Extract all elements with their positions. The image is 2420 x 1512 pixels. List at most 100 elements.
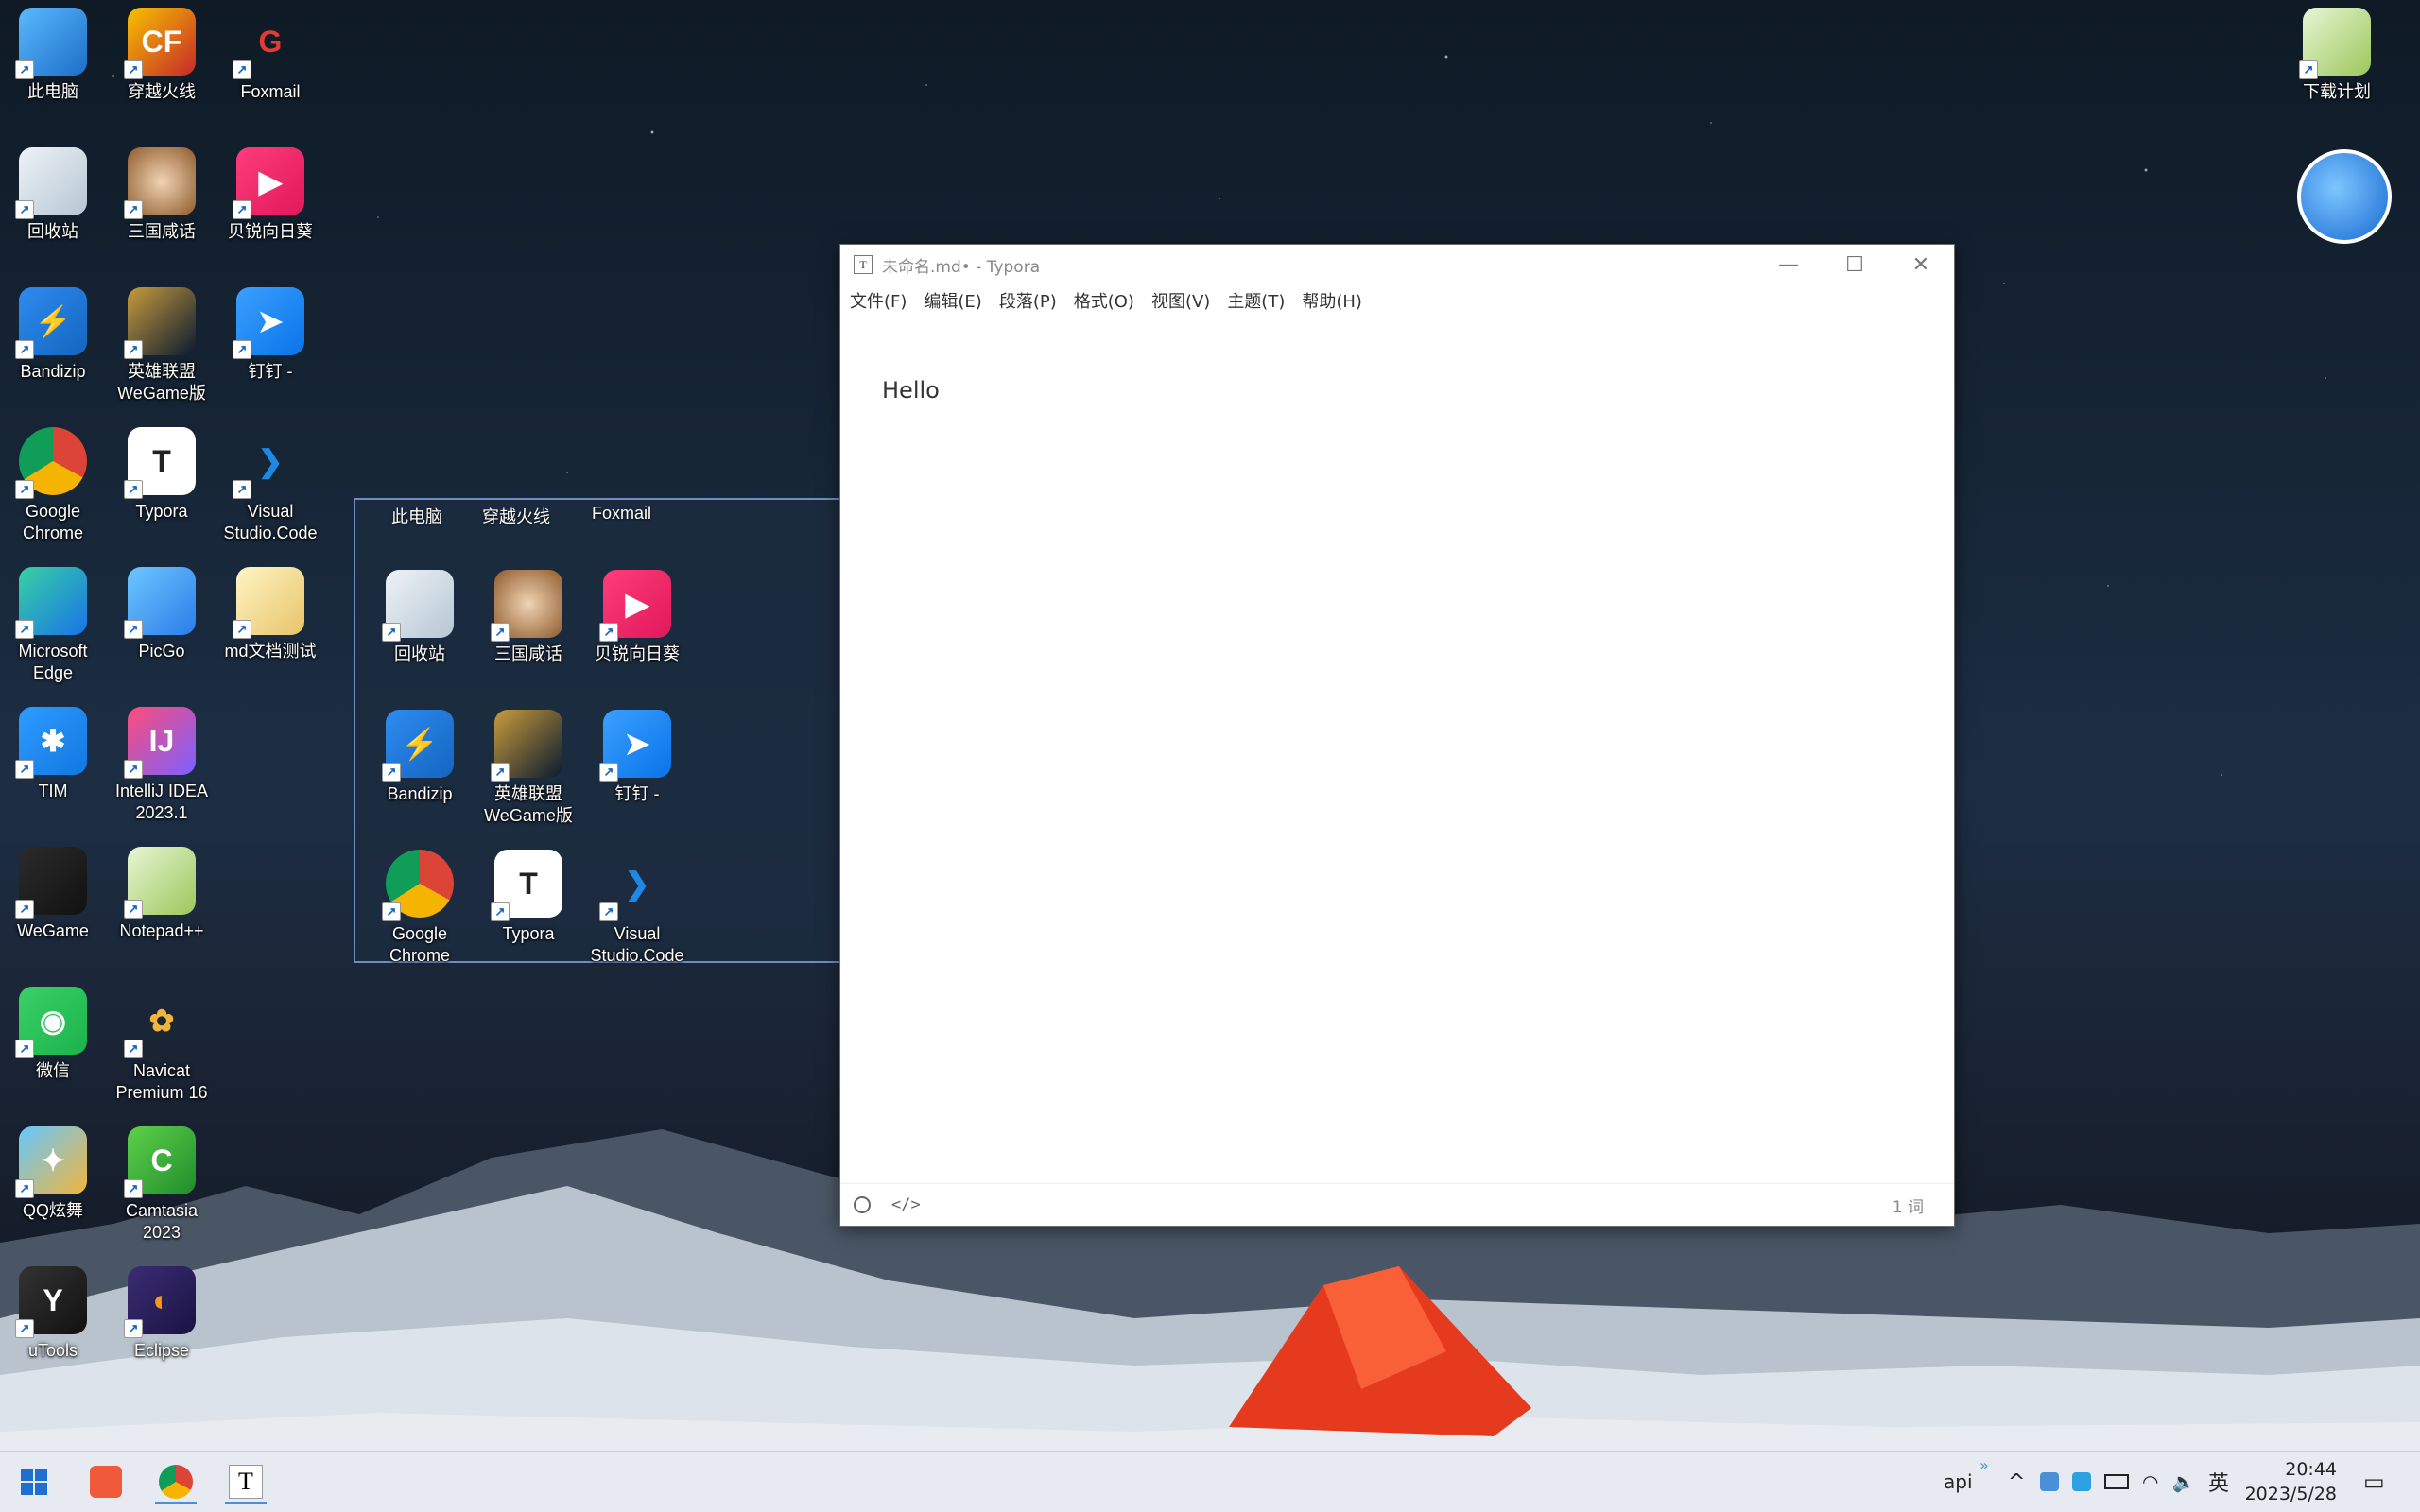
eclipse-icon: ◐ ↗ [124,1266,196,1338]
desktop-icon[interactable]: ❯ ↗ Visual Studio.Code [584,850,690,967]
window-title: 未命名.md• - Typora [882,257,1041,277]
shortcut-arrow-icon: ↗ [15,760,34,779]
desktop-icon[interactable]: ✱ ↗ TIM [0,707,106,802]
desktop-icon[interactable]: CF ↗ 穿越火线 [109,8,215,103]
taskbar-app-1[interactable] [81,1459,130,1504]
desktop-icon[interactable]: C ↗ Camtasia 2023 [109,1126,215,1244]
outline-toggle-icon[interactable] [854,1196,871,1213]
desktop-icon-label: 英雄联盟 WeGame版 [117,362,206,403]
word-count[interactable]: 1 词 [1893,1194,1924,1217]
desktop-icon[interactable]: Y ↗ uTools [0,1266,106,1362]
desktop-icon-label: Typora [502,924,555,943]
desktop-icon[interactable]: ↗ WeGame [0,847,106,942]
desktop-icon[interactable]: ↗ Google Chrome [367,850,473,967]
desktop-icon[interactable]: ◐ ↗ Eclipse [109,1266,215,1362]
chrome-icon [159,1465,193,1499]
desktop-icon[interactable]: ↗ 三国咸话 [109,147,215,243]
window-controls: — ☐ ✕ [1755,245,1954,284]
desktop-icon[interactable]: ⚡ ↗ Bandizip [367,710,473,805]
tray-api[interactable]: api [1944,1452,1973,1512]
desktop-icon[interactable]: ↗ 回收站 [367,570,473,665]
desktop-icon[interactable]: ↗ 三国咸话 [475,570,581,665]
tray-app-icon[interactable] [2040,1472,2059,1491]
foxmail-icon: G ↗ [233,8,304,79]
typora-window[interactable]: T 未命名.md• - Typora — ☐ ✕ 文件(F) 编辑(E) 段落(… [839,244,1955,1227]
desktop-icon-label: md文档测试 [224,642,317,661]
desktop-icon[interactable]: T ↗ Typora [109,427,215,523]
taskbar-typora[interactable]: T [221,1459,270,1504]
menu-help[interactable]: 帮助(H) [1302,288,1362,313]
desktop-icon[interactable]: ▶ ↗ 贝锐向日葵 [217,147,323,243]
notification-icon[interactable]: ▭ [2363,1452,2385,1512]
desktop-icon[interactable]: ↗ Notepad++ [109,847,215,942]
desktop-icon-label: 微信 [36,1061,70,1080]
editor-content[interactable]: Hello [882,377,940,404]
desktop-icon[interactable]: ✦ ↗ QQ炫舞 [0,1126,106,1222]
clock[interactable]: 20:44 2023/5/28 [2245,1457,2337,1506]
desktop-icon[interactable]: ✿ ↗ Navicat Premium 16 [109,987,215,1104]
shortcut-arrow-icon: ↗ [15,340,34,359]
menu-paragraph[interactable]: 段落(P) [999,288,1057,313]
sanguo-icon: ↗ [124,147,196,219]
shortcut-arrow-icon: ↗ [2299,60,2318,79]
menu-edit[interactable]: 编辑(E) [924,288,981,313]
maximize-button[interactable]: ☐ [1822,245,1888,284]
desktop-icon[interactable]: G ↗ Foxmail [217,8,323,103]
menu-format[interactable]: 格式(O) [1074,288,1134,313]
desktop-icon[interactable]: ↗ 下载计划 [2284,8,2390,103]
browser-floating-icon[interactable] [2291,149,2397,244]
desktop-icon[interactable]: ↗ Microsoft Edge [0,567,106,684]
shortcut-arrow-icon: ↗ [15,900,34,919]
shortcut-arrow-icon: ↗ [491,623,510,642]
shortcut-arrow-icon: ↗ [15,60,34,79]
show-hidden-icons[interactable]: ^ [2008,1452,2025,1512]
ime-indicator[interactable]: 英 [2208,1452,2229,1512]
shortcut-arrow-icon: ↗ [124,1179,143,1198]
menu-view[interactable]: 视图(V) [1151,288,1210,313]
desktop-icon-label: TIM [38,782,68,800]
vscode-icon: ❯ ↗ [233,427,304,499]
desktop-icon[interactable]: ◉ ↗ 微信 [0,987,106,1082]
desktop-icon[interactable]: ↗ 此电脑 [0,8,106,103]
desktop-icon[interactable]: ➤ ↗ 钉钉 - [217,287,323,383]
status-bar: </> 1 词 [840,1183,1954,1226]
desktop-icon[interactable]: ▶ ↗ 贝锐向日葵 [584,570,690,665]
desktop-icon[interactable]: ⚡ ↗ Bandizip [0,287,106,383]
shortcut-arrow-icon: ↗ [491,763,510,782]
desktop-icon[interactable]: IJ ↗ IntelliJ IDEA 2023.1 [109,707,215,824]
menu-file[interactable]: 文件(F) [850,288,907,313]
desktop-icon[interactable]: ↗ md文档测试 [217,567,323,662]
shortcut-arrow-icon: ↗ [124,200,143,219]
taskbar-chrome[interactable] [151,1459,200,1504]
wifi-icon[interactable]: ◠ [2142,1470,2158,1493]
desktop-icon-label: 此电脑 [27,82,78,101]
desktop-icon[interactable]: ↗ PicGo [109,567,215,662]
desktop-icon[interactable]: ➤ ↗ 钉钉 - [584,710,690,805]
bandizip-icon: ⚡ ↗ [15,287,87,359]
desktop-icon[interactable]: ❯ ↗ Visual Studio.Code [217,427,323,544]
shortcut-arrow-icon: ↗ [491,902,510,921]
desktop-icon[interactable]: T ↗ Typora [475,850,581,945]
tray-chevron: » [1979,1455,1989,1474]
desktop-icon[interactable]: ↗ Google Chrome [0,427,106,544]
close-button[interactable]: ✕ [1888,245,1954,284]
desktop-icon[interactable]: ↗ 回收站 [0,147,106,243]
minimize-button[interactable]: — [1755,245,1822,284]
source-mode-icon[interactable]: </> [891,1195,921,1214]
desktop-icon-label: 穿越火线 [128,82,196,101]
desktop-icon[interactable]: ↗ 英雄联盟 WeGame版 [109,287,215,404]
menu-theme[interactable]: 主题(T) [1227,288,1285,313]
desktop-icon-label: Microsoft Edge [18,642,88,682]
volume-icon[interactable]: 🔈 [2171,1470,2195,1493]
battery-icon[interactable] [2104,1474,2129,1489]
desktop-icon-label: 回收站 [27,222,78,241]
chrome-icon: ↗ [15,427,87,499]
running-indicator [225,1502,267,1504]
taskbar: T api » ^ ◠ 🔈 英 20:44 2023/5/28 ▭ [0,1451,2420,1512]
wechat-icon: ◉ ↗ [15,987,87,1058]
tray-app2-icon[interactable] [2072,1472,2091,1491]
desktop-icon[interactable]: ↗ 英雄联盟 WeGame版 [475,710,581,827]
start-button[interactable] [9,1459,59,1504]
qq-dance-icon: ✦ ↗ [15,1126,87,1198]
desktop-icon-label: 英雄联盟 WeGame版 [484,784,573,825]
